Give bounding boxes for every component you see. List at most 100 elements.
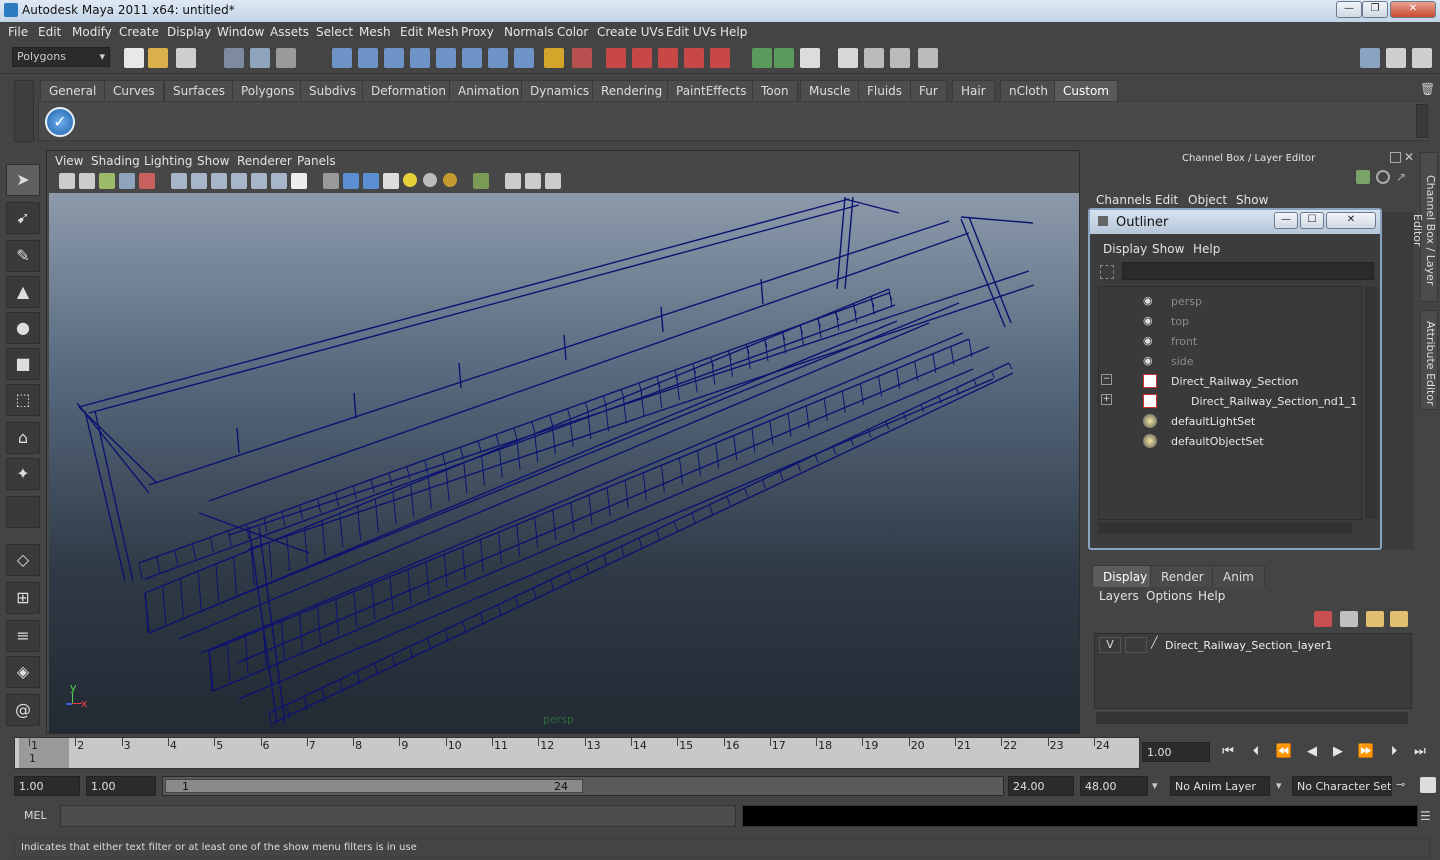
tab-attribute-editor[interactable]: Attribute Editor	[1420, 310, 1438, 410]
all-lights-icon[interactable]	[423, 173, 437, 187]
menu-edit-mesh[interactable]: Edit Mesh	[400, 25, 459, 39]
layer-horizontal-scrollbar[interactable]	[1096, 712, 1408, 724]
select-object-icon[interactable]	[250, 48, 270, 68]
snap-point-icon[interactable]	[384, 48, 404, 68]
manipulator-icon[interactable]	[1356, 170, 1370, 184]
speed-icon[interactable]	[1376, 170, 1390, 184]
channel-menu-channels[interactable]: Channels	[1096, 193, 1152, 207]
mask-icon[interactable]	[436, 48, 456, 68]
channel-menu-object[interactable]: Object	[1188, 193, 1227, 207]
layer-tab-display[interactable]: Display	[1092, 565, 1159, 587]
mask-deform-icon[interactable]	[488, 48, 508, 68]
select-component-icon[interactable]	[276, 48, 296, 68]
menu-create[interactable]: Create	[119, 25, 159, 39]
history-icon[interactable]	[752, 48, 772, 68]
shelf-scroll[interactable]	[1416, 104, 1428, 138]
save-scene-icon[interactable]	[176, 48, 196, 68]
menu-mesh[interactable]: Mesh	[359, 25, 391, 39]
lock-icon[interactable]	[544, 48, 564, 68]
input-ops-icon[interactable]	[774, 48, 794, 68]
chevron-down-icon[interactable]: ▾	[1152, 779, 1158, 792]
isolate-select-icon[interactable]	[323, 173, 339, 189]
universal-manip-icon[interactable]: ⬚	[6, 384, 40, 416]
snap-plane-icon[interactable]	[410, 48, 430, 68]
viewport-menu-panels[interactable]: Panels	[297, 154, 336, 168]
tab-custom[interactable]: Custom	[1054, 80, 1118, 101]
tab-curves[interactable]: Curves	[104, 80, 164, 101]
move-tool-icon[interactable]: ▲	[6, 276, 40, 308]
time-slider[interactable]: 1 1 2 3 4 5 6 7 8 9 10 11 12 13 14 15 16 17 18 19 20 21 22 23 2…	[14, 737, 1140, 769]
step-forward-icon[interactable]: ⏵	[1384, 744, 1404, 762]
outliner-horizontal-scrollbar[interactable]	[1098, 522, 1352, 534]
tab-toon[interactable]: Toon	[752, 80, 798, 101]
range-slider[interactable]: 1 24	[162, 776, 1004, 796]
paint-select-tool-icon[interactable]: ✎	[6, 240, 40, 272]
layer-tab-anim[interactable]: Anim	[1212, 565, 1265, 587]
outliner-menu-display[interactable]: Display	[1103, 242, 1147, 256]
toggle-tool-settings-icon[interactable]	[1386, 48, 1406, 68]
step-back-icon[interactable]: ⏴	[1246, 744, 1266, 762]
layer-menu-layers[interactable]: Layers	[1099, 589, 1139, 603]
shelf-menu-handle[interactable]	[14, 80, 34, 142]
soft-mod-icon[interactable]: ⌂	[6, 422, 40, 454]
tab-rendering[interactable]: Rendering	[592, 80, 672, 101]
viewport-menu-shading[interactable]: Shading	[91, 154, 140, 168]
command-input[interactable]	[60, 805, 736, 827]
menu-proxy[interactable]: Proxy	[461, 25, 494, 39]
tab-channel-box[interactable]: Channel Box / Layer Editor	[1411, 152, 1438, 302]
perspective-viewport[interactable]: y x persp	[49, 193, 1079, 733]
tab-general[interactable]: General	[40, 80, 106, 101]
go-to-start-icon[interactable]: ⏮	[1218, 744, 1238, 762]
select-hierarchy-icon[interactable]	[224, 48, 244, 68]
channel-menu-show[interactable]: Show	[1236, 193, 1268, 207]
outliner-title-bar[interactable]: Outliner — ☐ ✕	[1090, 210, 1380, 234]
tab-animation[interactable]: Animation	[449, 80, 529, 101]
layer-playback-toggle[interactable]	[1125, 637, 1147, 653]
move-layer-up-icon[interactable]	[1314, 611, 1332, 627]
step-back-key-icon[interactable]: ⏪	[1274, 744, 1294, 762]
menu-normals[interactable]: Normals	[504, 25, 554, 39]
textured-cube-icon[interactable]	[363, 173, 379, 189]
tab-deformation[interactable]: Deformation	[362, 80, 455, 101]
use-default-material-icon[interactable]	[271, 173, 287, 189]
new-scene-icon[interactable]	[124, 48, 144, 68]
new-layer-icon[interactable]	[1366, 611, 1384, 627]
viewport-menu-lighting[interactable]: Lighting	[144, 154, 193, 168]
layer-tab-render[interactable]: Render	[1150, 565, 1215, 587]
float-panel-icon[interactable]	[1390, 152, 1401, 163]
range-slider-handle[interactable]: 1 24	[165, 779, 583, 793]
tab-ncloth[interactable]: nCloth	[1000, 80, 1057, 101]
question-icon[interactable]	[514, 48, 534, 68]
selected-lights-icon[interactable]	[443, 173, 457, 187]
four-view-layout-icon[interactable]: ⊞	[6, 582, 40, 614]
single-perspective-layout-icon[interactable]: ◇	[6, 544, 40, 576]
show-manip-icon[interactable]: ✦	[6, 458, 40, 490]
hypershade-layout-icon[interactable]: @	[6, 694, 40, 726]
lasso-tool-icon[interactable]: ➹	[6, 202, 40, 234]
xray-icon[interactable]	[251, 173, 267, 189]
playback-start-field[interactable]: 1.00	[86, 776, 156, 796]
menu-edit[interactable]: Edit	[38, 25, 61, 39]
menu-select[interactable]: Select	[316, 25, 353, 39]
outliner-filter-input[interactable]	[1122, 262, 1374, 280]
current-time-field[interactable]: 1.00	[1142, 742, 1210, 762]
outliner-menu-show[interactable]: Show	[1152, 242, 1184, 256]
snap-magnet-icon[interactable]	[606, 48, 626, 68]
toggle-channel-box-icon[interactable]	[1412, 48, 1432, 68]
menu-modify[interactable]: Modify	[72, 25, 112, 39]
mask-handles-icon[interactable]	[462, 48, 482, 68]
minimize-button[interactable]: —	[1336, 1, 1362, 18]
script-editor-icon[interactable]: ☰	[1420, 809, 1434, 823]
checker-icon[interactable]	[383, 173, 399, 189]
tab-fluids[interactable]: Fluids	[858, 80, 912, 101]
channel-menu-edit[interactable]: Edit	[1155, 193, 1178, 207]
list-item[interactable]: − Direct_Railway_Section	[1099, 371, 1359, 391]
output-ops-icon[interactable]	[800, 48, 820, 68]
collapse-icon[interactable]: −	[1101, 374, 1112, 385]
anim-layer-dropdown[interactable]: No Anim Layer	[1170, 776, 1270, 796]
list-item[interactable]: ◉ top	[1099, 311, 1359, 331]
filter-icon[interactable]	[1100, 265, 1114, 279]
film-gate-icon[interactable]	[139, 173, 155, 189]
list-item[interactable]: + Direct_Railway_Section_nd1_1	[1099, 391, 1359, 411]
list-item[interactable]: ◉ side	[1099, 351, 1359, 371]
